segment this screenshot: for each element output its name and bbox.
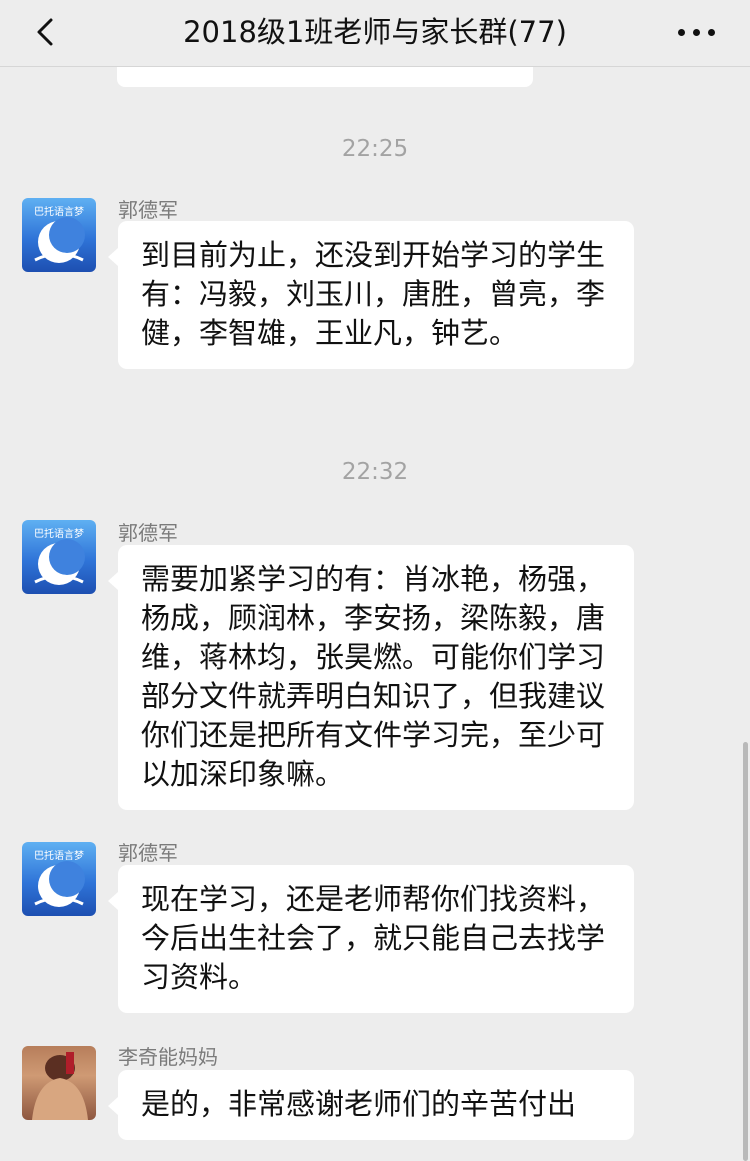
timestamp: 22:32	[341, 459, 409, 485]
message-bubble[interactable]: 到目前为止，还没到开始学习的学生有：冯毅，刘玉川，唐胜，曾亮，李健，李智雄，王业…	[108, 221, 634, 369]
avatar-caption: 巴托语言梦	[34, 205, 84, 218]
sender-name: 郭德军	[118, 841, 178, 865]
message-list[interactable]: 22:25 巴托语言梦 郭德军 到目前为止，还没到开始学习的学生有：冯毅，刘玉川…	[0, 66, 750, 1161]
sender-name: 李奇能妈妈	[118, 1045, 218, 1069]
chat-title: 2018级1班老师与家长群(77)	[183, 15, 567, 49]
avatar-caption: 巴托语言梦	[34, 527, 84, 540]
sender-avatar[interactable]	[22, 1046, 96, 1120]
moon-icon: 巴托语言梦	[34, 849, 85, 907]
message-bubble[interactable]: 是的，非常感谢老师们的辛苦付出	[108, 1070, 634, 1140]
sender-avatar[interactable]: 巴托语言梦	[22, 842, 96, 916]
sender-avatar[interactable]: 巴托语言梦	[22, 520, 96, 594]
sender-name: 郭德军	[118, 198, 178, 222]
message-bubble[interactable]: 需要加紧学习的有：肖冰艳，杨强，杨成，顾润林，李安扬，梁陈毅，唐维，蒋林均，张昊…	[108, 545, 634, 810]
moon-icon: 巴托语言梦	[34, 205, 85, 263]
previous-message-bubble[interactable]	[117, 66, 533, 87]
moon-icon: 巴托语言梦	[34, 527, 85, 585]
chevron-left-icon[interactable]	[27, 12, 67, 52]
sender-avatar[interactable]: 巴托语言梦	[22, 198, 96, 272]
timestamp: 22:25	[341, 136, 409, 162]
avatar-caption: 巴托语言梦	[34, 849, 84, 862]
sender-name: 郭德军	[118, 521, 178, 545]
chat-header: 2018级1班老师与家长群(77)	[0, 0, 750, 67]
message-bubble[interactable]: 现在学习，还是老师帮你们找资料，今后出生社会了，就只能自己去找学习资料。	[108, 865, 634, 1013]
scrollbar[interactable]	[743, 742, 748, 1161]
photo-avatar-image	[32, 1052, 88, 1120]
more-horizontal-icon[interactable]	[678, 28, 716, 38]
